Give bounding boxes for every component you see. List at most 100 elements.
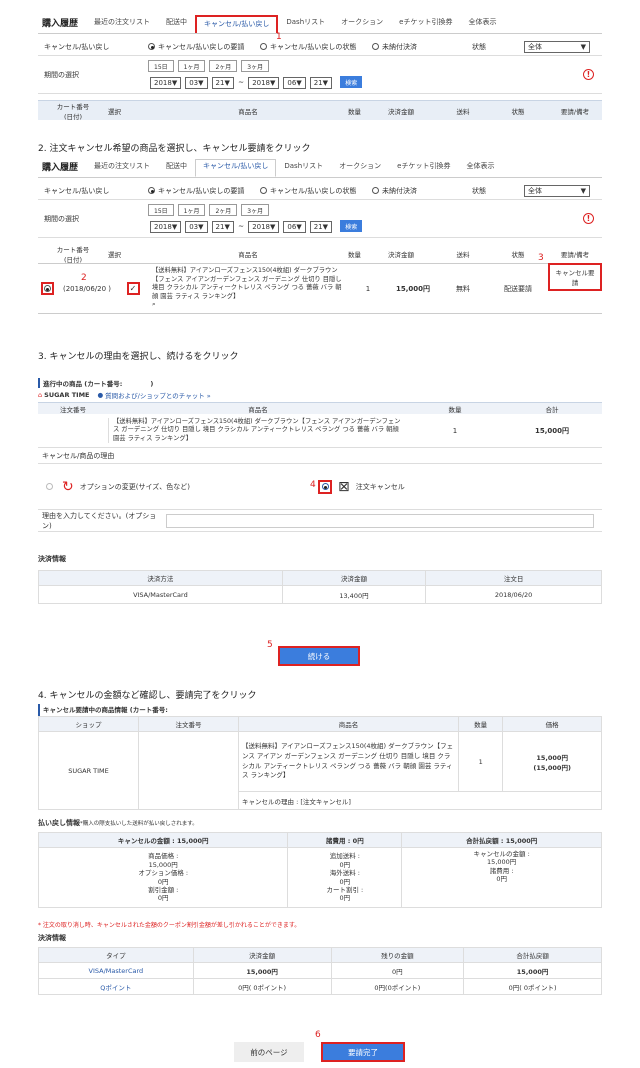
- radio-cancel-status[interactable]: キャンセル/払い戻しの状態: [260, 42, 372, 52]
- range-separator: ~: [238, 222, 244, 231]
- radio-cancel-request[interactable]: キャンセル/払い戻しの要請: [148, 42, 260, 52]
- radio-label: キャンセル/払い戻しの状態: [270, 186, 357, 195]
- progress-title: 進行中の商品 (カート番号:): [38, 378, 602, 388]
- cancel-request-button[interactable]: キャンセル要請: [548, 262, 602, 291]
- option-cancel[interactable]: ⊠ 注文キャンセル: [318, 479, 405, 495]
- refund-note: *購入の際支払いした送料が払い戻しされます。: [80, 821, 198, 827]
- radio-unpaid[interactable]: 未納付決済: [372, 42, 472, 52]
- period-1m-button[interactable]: 1ヶ月: [177, 204, 206, 217]
- year-to-select[interactable]: 2018 ▼: [248, 76, 280, 89]
- reason-input[interactable]: [166, 513, 594, 528]
- tab-dash[interactable]: Dashリスト: [276, 159, 331, 177]
- pay-col-date: 注文日: [425, 570, 602, 586]
- pay-col-type: タイプ: [38, 947, 194, 963]
- radio-icon: [372, 187, 379, 194]
- cancel-amount: 15,000円: [487, 858, 517, 867]
- step-number-5: 5: [267, 640, 273, 650]
- period-3m-button[interactable]: 3ヶ月: [241, 60, 270, 73]
- total-value: 15,000円: [534, 426, 569, 435]
- tab-cancel-refund[interactable]: キャンセル/払い戻し: [195, 15, 279, 33]
- month-from: 03: [189, 222, 199, 231]
- shop-row: ⌂ SUGAR TIME ● 質問および/ショップとのチャット »: [38, 388, 602, 402]
- month-from-select[interactable]: 03 ▼: [185, 220, 208, 233]
- tab-auction[interactable]: オークション: [331, 159, 389, 177]
- radio-cancel-status[interactable]: キャンセル/払い戻しの状態: [260, 186, 372, 196]
- radio-label: キャンセル/払い戻しの状態: [270, 42, 357, 51]
- pay-amount: 13,400円: [281, 585, 427, 604]
- row-radio[interactable]: [40, 282, 54, 295]
- option-cancel-radio[interactable]: [318, 479, 332, 494]
- tab-shipping[interactable]: 配送中: [158, 15, 195, 33]
- tab-eticket[interactable]: eチケット引換券: [391, 15, 460, 33]
- tab-auction[interactable]: オークション: [333, 15, 391, 33]
- table-header: カート番号 (日付) 選択 商品名 数量 決済金額 送料 状態 要請/備考: [38, 244, 602, 264]
- tab-all[interactable]: 全体表示: [460, 15, 504, 33]
- refund-detail-3: キャンセルの金額 :15,000円 諸費用 :0円: [401, 847, 602, 908]
- tab-cancel-refund[interactable]: キャンセル/払い戻し: [195, 159, 277, 177]
- tab-recent[interactable]: 最近の注文リスト: [86, 15, 158, 33]
- period-15d-button[interactable]: 15日: [148, 60, 174, 73]
- qpoint-remaining: 0円(0ポイント): [330, 978, 465, 995]
- tab-dash[interactable]: Dashリスト: [278, 15, 333, 33]
- status-select[interactable]: 全体 ▼: [524, 40, 590, 53]
- day-to-select[interactable]: 21 ▼: [309, 220, 333, 233]
- day-from-select[interactable]: 21 ▼: [211, 76, 234, 89]
- previous-page-button[interactable]: 前のページ: [234, 1042, 304, 1062]
- month-to-select[interactable]: 06 ▼: [283, 220, 306, 233]
- month-from: 03: [189, 78, 199, 87]
- coupon-warning: * 注文の取り消し時、キャンセルされた金額のクーポン割引金額が差し引かれることが…: [38, 922, 301, 929]
- row-checkbox[interactable]: ✓: [126, 282, 140, 295]
- period-2m-button[interactable]: 2ヶ月: [209, 60, 238, 73]
- shop-name[interactable]: SUGAR TIME: [44, 391, 89, 399]
- period-2m-button[interactable]: 2ヶ月: [209, 204, 238, 217]
- tab-all[interactable]: 全体表示: [458, 159, 502, 177]
- month-from-select[interactable]: 03 ▼: [185, 76, 208, 89]
- request-complete-button[interactable]: 要請完了: [321, 1042, 405, 1062]
- product-text: 【送料無料】アイアンローズフェンス150(4枚組) ダークブラウン【フェンス ア…: [108, 417, 408, 444]
- option-change[interactable]: ↻ オプションの変更(サイズ、色など): [38, 479, 318, 495]
- year-to-select[interactable]: 2018 ▼: [248, 220, 280, 233]
- col-product: 商品名: [248, 405, 268, 414]
- tab-recent[interactable]: 最近の注文リスト: [86, 159, 158, 177]
- chevron-down-icon: ▼: [580, 42, 586, 51]
- radio-cancel-request[interactable]: キャンセル/払い戻しの要請: [148, 186, 260, 196]
- card-refund: 15,000円: [463, 962, 602, 979]
- cart-discount: 0円: [339, 894, 351, 903]
- period-15d-button[interactable]: 15日: [148, 204, 174, 217]
- status-select[interactable]: 全体 ▼: [524, 184, 590, 197]
- status-value: 全体: [528, 42, 542, 51]
- col-order-no: 注文番号: [60, 405, 86, 414]
- period-3m-button[interactable]: 3ヶ月: [241, 204, 270, 217]
- year-from-select[interactable]: 2018 ▼: [150, 220, 182, 233]
- filter-label: キャンセル/払い戻し: [44, 42, 110, 51]
- month-to-select[interactable]: 06 ▼: [283, 76, 306, 89]
- fee-label: 諸費用 :: [489, 866, 514, 875]
- chat-link[interactable]: 質問および/ショップとのチャット »: [105, 390, 211, 400]
- tab-shipping[interactable]: 配送中: [158, 159, 195, 177]
- step-3-heading: 3. キャンセルの理由を選択し、続けるをクリック: [38, 352, 239, 362]
- search-icon: ⌕: [152, 301, 156, 309]
- day-from: 21: [215, 222, 225, 231]
- section-2: 購入履歴 最近の注文リスト 配送中 キャンセル/払い戻し Dashリスト オーク…: [38, 156, 602, 316]
- refund-col-total: 合計払戻額 : 15,000円: [401, 832, 602, 848]
- period-row: 期間の選択 15日 1ヶ月 2ヶ月 3ヶ月 2018 ▼ 03 ▼ 21 ▼ ~ 2018…: [38, 56, 602, 94]
- pay-type-qpoint: Qポイント: [38, 978, 194, 995]
- day-from-select[interactable]: 21 ▼: [211, 220, 234, 233]
- year-from-select[interactable]: 2018 ▼: [150, 76, 182, 89]
- search-button[interactable]: 検索: [340, 76, 363, 89]
- continue-button[interactable]: 続ける: [278, 646, 360, 666]
- cancel-amount-label: キャンセルの金額 :: [473, 850, 530, 858]
- filter-row: キャンセル/払い戻し キャンセル/払い戻しの要請 キャンセル/払い戻しの状態 未…: [38, 182, 602, 200]
- order-no: [138, 731, 239, 810]
- day-to-select[interactable]: 21 ▼: [309, 76, 333, 89]
- amount-value: 15,000円: [395, 284, 430, 293]
- page-title: 購入履歴: [42, 19, 79, 29]
- search-button[interactable]: 検索: [340, 220, 363, 233]
- product-name[interactable]: 【送料無料】アイアンローズフェンス150(4枚組) ダークブラウン【フェンス ア…: [148, 267, 348, 310]
- shop-name: SUGAR TIME: [38, 731, 139, 810]
- section-1: 購入履歴 最近の注文リスト 配送中 キャンセル/払い戻し Dashリスト オーク…: [38, 12, 602, 124]
- tab-eticket[interactable]: eチケット引換券: [389, 159, 458, 177]
- pay-col-amount: 決済金額: [192, 947, 332, 963]
- radio-unpaid[interactable]: 未納付決済: [372, 186, 472, 196]
- period-1m-button[interactable]: 1ヶ月: [177, 60, 206, 73]
